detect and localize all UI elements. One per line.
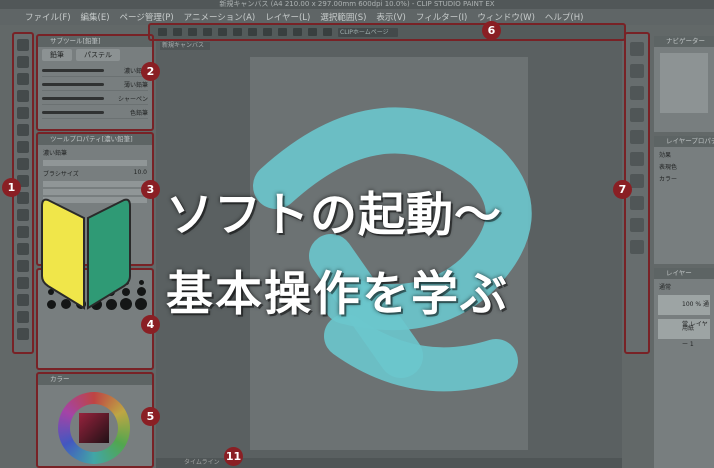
callout-number: 6 [482,21,501,40]
headline-line-1: ソフトの起動～ [166,188,502,243]
clip-studio-logo [253,107,532,392]
callout-number: 3 [141,180,160,199]
callout-number: 5 [141,407,160,426]
callout-number: 7 [613,180,632,199]
callout-number: 2 [141,62,160,81]
headline-line-2: 基本操作を学ぶ [166,267,509,322]
callout-number: 4 [141,315,160,334]
callout-number: 11 [224,447,243,466]
beginner-mark-icon [41,198,131,310]
callout-number: 1 [2,178,21,197]
